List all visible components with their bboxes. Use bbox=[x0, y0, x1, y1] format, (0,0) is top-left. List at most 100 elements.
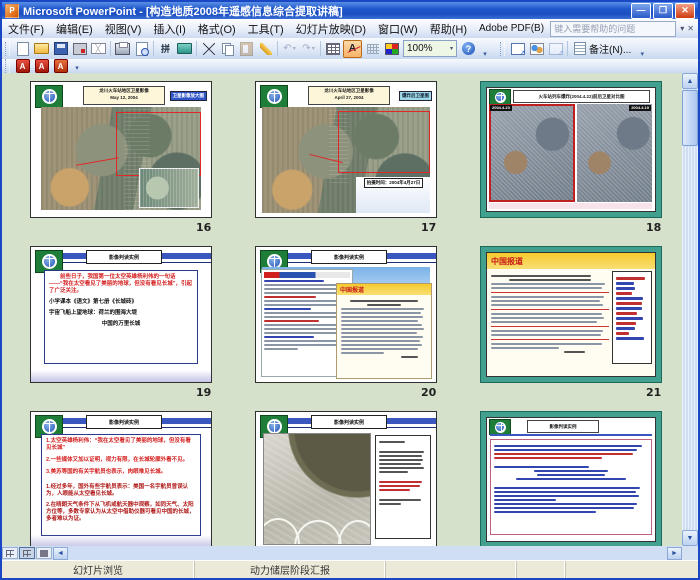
sorter-toolbar-overflow-icon[interactable]: ▾ bbox=[637, 40, 647, 58]
horizontal-scrollbar[interactable]: ◄ ► bbox=[2, 546, 682, 560]
slide-19-thumbnail[interactable]: 影像判读实例 前些日子，我国第一位太空英雄杨利伟的一句话——“我在太空看见了美丽… bbox=[30, 246, 212, 383]
slide20-header: 影像判读实例 bbox=[311, 250, 387, 264]
mail-button[interactable] bbox=[90, 41, 107, 57]
slide16-inset-image bbox=[139, 168, 199, 208]
toolbar-overflow-icon[interactable]: ▾ bbox=[480, 40, 490, 58]
powerpoint-window: P Microsoft PowerPoint - [构造地质2008年遥感信息综… bbox=[0, 0, 700, 580]
slide22-item-3: 3.美苏等国的有关宇航员也表示，肉眼难见长城。 bbox=[46, 469, 196, 476]
slide-23-thumbnail[interactable]: 影像判读实例 bbox=[255, 411, 437, 546]
save-button[interactable] bbox=[52, 41, 69, 57]
menu-adobe-pdf[interactable]: Adobe PDF(B) bbox=[473, 21, 550, 36]
slide-16-thumbnail[interactable]: 龙川火车站地区卫星影像 May 12, 2004 卫星影像放大图 bbox=[30, 81, 212, 218]
copy-button[interactable] bbox=[219, 41, 236, 57]
help-question-input[interactable]: 键入需要帮助的问题 bbox=[550, 21, 676, 37]
window-title: Microsoft PowerPoint - [构造地质2008年遥感信息综合提… bbox=[23, 3, 343, 19]
title-bar: P Microsoft PowerPoint - [构造地质2008年遥感信息综… bbox=[2, 2, 698, 19]
slide18-title: 火车站列车爆炸(2004.4.22)前后卫星对比图 bbox=[513, 90, 650, 103]
slide19-number: 19 bbox=[196, 386, 211, 399]
menu-insert[interactable]: 插入(I) bbox=[147, 19, 191, 39]
slide20-news-page: 中国报道 bbox=[336, 283, 432, 379]
menu-file[interactable]: 文件(F) bbox=[2, 19, 50, 39]
format-painter-button[interactable] bbox=[257, 41, 274, 57]
scroll-right-icon[interactable]: ► bbox=[667, 547, 682, 560]
minimize-button[interactable]: — bbox=[631, 3, 651, 19]
open-button[interactable] bbox=[33, 41, 50, 57]
sorter-toolbar-grip[interactable] bbox=[500, 42, 505, 56]
color-scheme-button[interactable] bbox=[383, 41, 400, 57]
scrollbar-corner bbox=[682, 546, 698, 560]
menu-format[interactable]: 格式(O) bbox=[192, 19, 242, 39]
scroll-up-icon[interactable]: ▲ bbox=[682, 73, 698, 89]
show-formatting-button[interactable]: A bbox=[343, 40, 362, 58]
slide-17-thumbnail[interactable]: 龙川火车站地区卫星影像 April 27, 2004 爆炸后卫星图 拍摄时间：2… bbox=[255, 81, 437, 218]
slide-24-thumbnail[interactable]: 影像判读实例 bbox=[480, 411, 662, 546]
status-bar: 幻灯片浏览 动力储层阶段汇报 bbox=[2, 560, 698, 578]
hide-slide-button[interactable] bbox=[509, 41, 526, 57]
pdf-toolbar-grip[interactable] bbox=[5, 59, 10, 73]
grid-button[interactable] bbox=[364, 41, 381, 57]
vertical-scrollbar[interactable]: ▲ ▼ bbox=[682, 73, 698, 546]
slide21-number: 21 bbox=[646, 386, 661, 399]
slide-sorter-area[interactable]: 龙川火车站地区卫星影像 May 12, 2004 卫星影像放大图 16 龙川火车… bbox=[2, 73, 682, 546]
slide17-title-line1: 龙川火车站地区卫星影像 bbox=[309, 87, 389, 94]
slide22-header: 影像判读实例 bbox=[86, 415, 162, 429]
slide-21-thumbnail[interactable]: 中国报道 bbox=[480, 246, 662, 383]
slide21-article-text bbox=[491, 273, 609, 368]
slide17-number: 17 bbox=[421, 221, 436, 234]
institute-logo bbox=[489, 89, 511, 105]
paste-button[interactable] bbox=[238, 41, 255, 57]
slide16-satellite-image bbox=[41, 107, 201, 210]
slide16-number: 16 bbox=[196, 221, 211, 234]
close-button[interactable]: ✕ bbox=[675, 3, 695, 19]
new-button[interactable] bbox=[14, 41, 31, 57]
scroll-left-icon[interactable]: ◄ bbox=[53, 547, 68, 560]
summary-slide-button[interactable] bbox=[547, 41, 564, 57]
convert-to-pdf-button[interactable]: A bbox=[14, 60, 31, 72]
slideshow-view-button[interactable] bbox=[36, 547, 52, 559]
slide20-number: 20 bbox=[421, 386, 436, 399]
slide-20-thumbnail[interactable]: 影像判读实例 中国报道 bbox=[255, 246, 437, 383]
menu-help[interactable]: 帮助(H) bbox=[424, 19, 473, 39]
research-button[interactable] bbox=[176, 41, 193, 57]
menu-slideshow[interactable]: 幻灯片放映(D) bbox=[290, 19, 372, 39]
print-pdf-button[interactable] bbox=[71, 41, 88, 57]
slide-22-thumbnail[interactable]: 影像判读实例 1.太空英雄杨利伟：“我在太空看见了美丽的地球，但没有看见长城” … bbox=[30, 411, 212, 546]
tables-button[interactable] bbox=[324, 41, 341, 57]
notes-button[interactable]: 备注(N)... bbox=[570, 40, 635, 57]
print-button[interactable] bbox=[114, 41, 131, 57]
help-button[interactable]: ? bbox=[460, 41, 477, 57]
slide-18-thumbnail[interactable]: 火车站列车爆炸(2004.4.22)前后卫星对比图 2004.4.23 2004… bbox=[480, 81, 662, 218]
document-close-icon[interactable]: ✕ bbox=[687, 24, 694, 33]
slide16-title-line1: 龙川火车站地区卫星影像 bbox=[84, 87, 164, 94]
redo-button[interactable]: ↷▾ bbox=[300, 41, 317, 57]
help-dropdown-icon[interactable]: ▾ bbox=[680, 24, 684, 33]
maximize-button[interactable]: ❐ bbox=[653, 3, 673, 19]
pdf-toolbar-overflow-icon[interactable]: ▾ bbox=[72, 60, 82, 72]
menu-edit[interactable]: 编辑(E) bbox=[50, 19, 99, 39]
slide17-title-line2: April 27, 2004 bbox=[309, 94, 389, 101]
scroll-down-icon[interactable]: ▼ bbox=[682, 530, 698, 546]
standard-toolbar: 拼 ↶▾ ↷▾ A 100%▾ ? ▾ 备注(N)... ▾ bbox=[2, 38, 698, 60]
slide22-item-2: 2.一些媒体又加以证明，视力有限，在长城轮廓外看不见。 bbox=[46, 457, 196, 464]
slide18-after-image bbox=[489, 104, 575, 202]
convert-and-email-button[interactable]: A bbox=[33, 60, 50, 72]
convert-and-review-button[interactable]: A bbox=[52, 60, 69, 72]
rehearse-timings-button[interactable] bbox=[528, 41, 545, 57]
zoom-select[interactable]: 100%▾ bbox=[403, 40, 457, 57]
toolbar-grip[interactable] bbox=[5, 42, 10, 56]
menu-view[interactable]: 视图(V) bbox=[99, 19, 148, 39]
slide21-news-logo: 中国报道 bbox=[491, 256, 523, 267]
slide-sorter-view-button[interactable] bbox=[19, 547, 35, 559]
cut-button[interactable] bbox=[200, 41, 217, 57]
spelling-button[interactable]: 拼 bbox=[157, 41, 174, 57]
print-preview-button[interactable] bbox=[133, 41, 150, 57]
menu-window[interactable]: 窗口(W) bbox=[372, 19, 424, 39]
normal-view-button[interactable] bbox=[2, 547, 18, 559]
slide16-caption-chip: 卫星影像放大图 bbox=[170, 91, 208, 101]
slide17-timestamp-label: 拍摄时间：2004年4月27日 bbox=[364, 178, 424, 188]
status-view-mode: 幻灯片浏览 bbox=[73, 562, 123, 577]
undo-button[interactable]: ↶▾ bbox=[281, 41, 298, 57]
vertical-scrollbar-thumb[interactable] bbox=[682, 90, 698, 146]
menu-tools[interactable]: 工具(T) bbox=[242, 19, 290, 39]
slide22-item-1: 1.太空英雄杨利伟：“我在太空看见了美丽的地球，但没有看见长城” bbox=[46, 438, 196, 452]
